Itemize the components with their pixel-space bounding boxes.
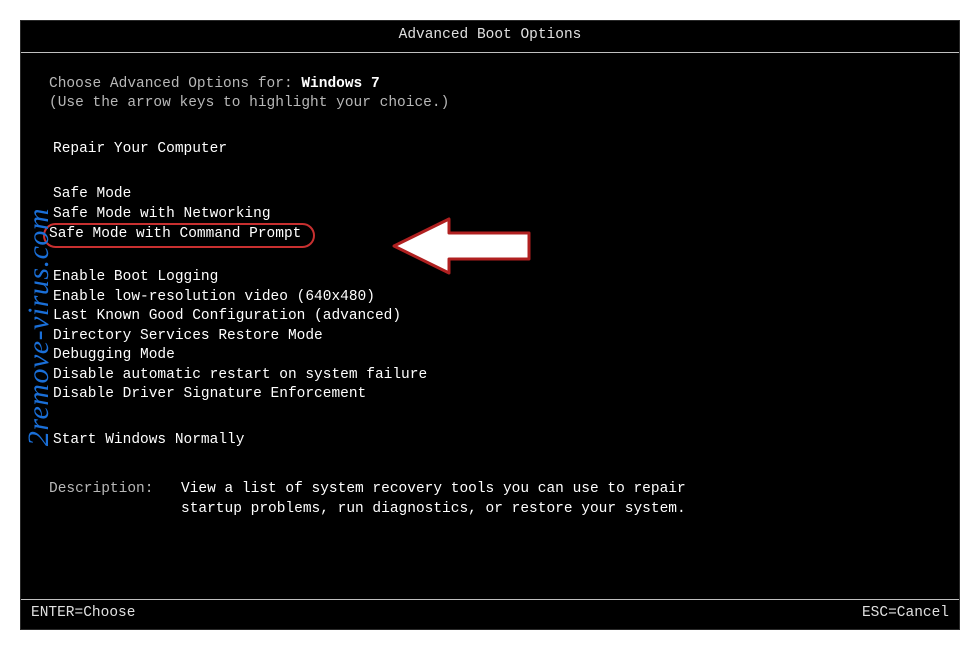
menu-disable-driver-sig[interactable]: Disable Driver Signature Enforcement: [49, 385, 931, 405]
menu-boot-logging[interactable]: Enable Boot Logging: [49, 268, 931, 288]
footer-enter: ENTER=Choose: [31, 604, 135, 624]
menu-repair[interactable]: Repair Your Computer: [49, 140, 931, 160]
content-area: Choose Advanced Options for: Windows 7 (…: [21, 53, 959, 451]
menu-start-normally[interactable]: Start Windows Normally: [49, 431, 931, 451]
description-text: View a list of system recovery tools you…: [181, 480, 741, 519]
menu-disable-auto-restart[interactable]: Disable automatic restart on system fail…: [49, 366, 931, 386]
menu-group-2: Enable Boot Logging Enable low-resolutio…: [49, 268, 931, 405]
choose-line: Choose Advanced Options for: Windows 7: [49, 75, 931, 95]
menu-safe-mode-cmd[interactable]: Safe Mode with Command Prompt: [49, 224, 931, 248]
boot-screen: Advanced Boot Options Choose Advanced Op…: [20, 20, 960, 630]
highlight-ring: Safe Mode with Command Prompt: [43, 223, 315, 248]
description-label: Description:: [49, 480, 181, 519]
menu-debugging[interactable]: Debugging Mode: [49, 346, 931, 366]
description-row: Description: View a list of system recov…: [21, 450, 959, 519]
menu-group-3: Start Windows Normally: [49, 431, 931, 451]
os-name: Windows 7: [301, 76, 379, 92]
screen-title: Advanced Boot Options: [399, 27, 582, 43]
menu-ds-restore[interactable]: Directory Services Restore Mode: [49, 327, 931, 347]
menu-low-res[interactable]: Enable low-resolution video (640x480): [49, 288, 931, 308]
menu-last-known-good[interactable]: Last Known Good Configuration (advanced): [49, 307, 931, 327]
title-bar: Advanced Boot Options: [21, 21, 959, 53]
hint-line: (Use the arrow keys to highlight your ch…: [49, 94, 931, 114]
footer-bar: ENTER=Choose ESC=Cancel: [21, 599, 959, 629]
footer-esc: ESC=Cancel: [862, 604, 949, 624]
menu-safe-mode-networking[interactable]: Safe Mode with Networking: [49, 205, 931, 225]
menu-safe-mode[interactable]: Safe Mode: [49, 185, 931, 205]
menu-group-1: Safe Mode Safe Mode with Networking Safe…: [49, 185, 931, 248]
